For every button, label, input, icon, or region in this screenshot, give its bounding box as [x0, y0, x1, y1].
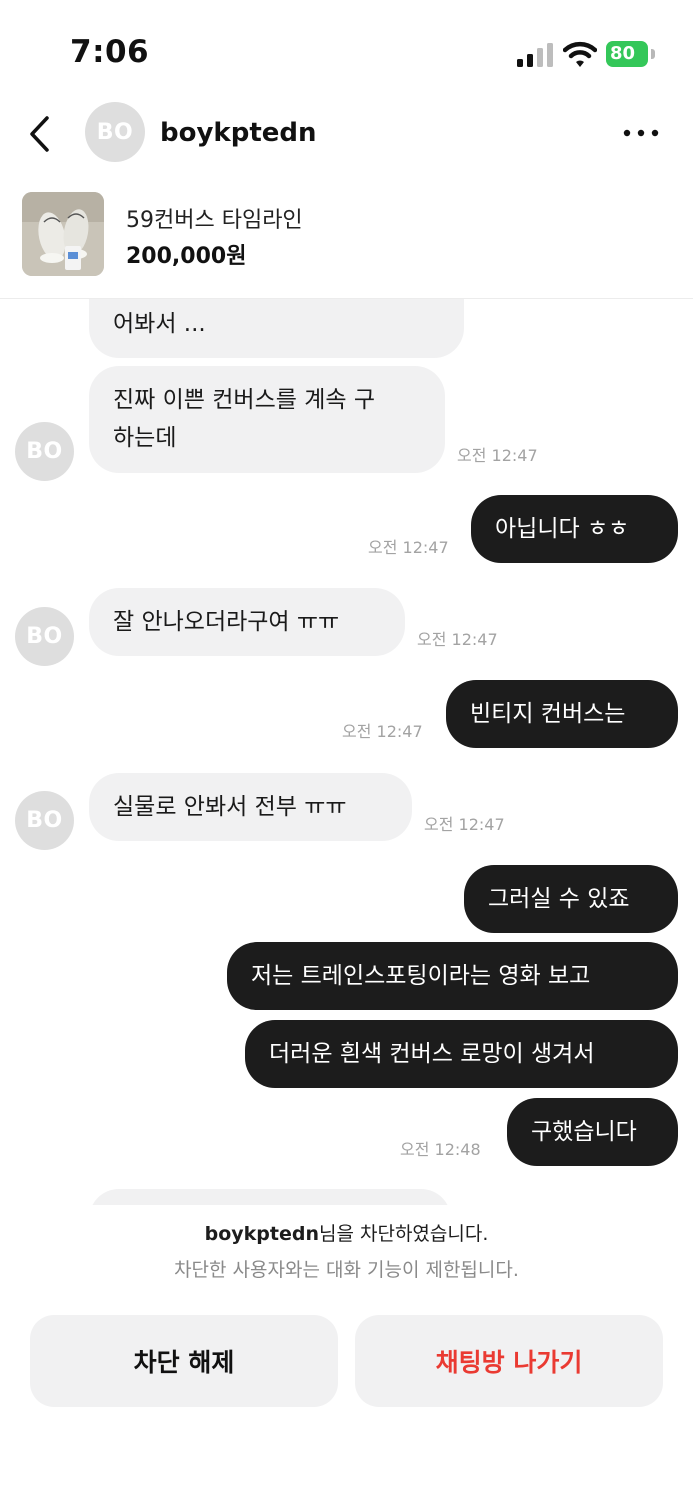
message-outgoing: 빈티지 컨버스는 — [446, 680, 678, 748]
product-card[interactable]: 59컨버스 타임라인 200,000원 — [0, 188, 693, 299]
message-incoming: 진짜 이쁜 컨버스를 계속 구 하는데 — [89, 366, 445, 473]
unblock-button[interactable]: 차단 해제 — [30, 1315, 338, 1407]
leave-chat-button[interactable]: 채팅방 나가기 — [355, 1315, 663, 1407]
message-incoming-partial — [89, 1189, 451, 1205]
signal-icon — [517, 43, 553, 67]
message-text: 저는 트레인스포팅이라는 영화 보고 — [251, 963, 591, 989]
blocked-message: boykptedn님을 차단하였습니다. — [0, 1219, 693, 1246]
wifi-icon — [563, 41, 597, 67]
status-time: 7:06 — [70, 34, 150, 70]
blocked-suffix: 님을 차단하였습니다. — [318, 1223, 489, 1245]
message-outgoing: 더러운 흰색 컨버스 로망이 생겨서 — [245, 1020, 678, 1088]
message-outgoing: 저는 트레인스포팅이라는 영화 보고 — [227, 942, 678, 1010]
message-text: 구했습니다 — [531, 1119, 637, 1145]
product-thumbnail — [22, 192, 104, 276]
message-time: 오전 12:47 — [417, 630, 498, 649]
sender-avatar[interactable]: BO — [15, 607, 74, 666]
battery-icon: 80 — [606, 41, 658, 67]
message-text-line1: 진짜 이쁜 컨버스를 계속 구 — [113, 387, 376, 413]
message-incoming: 실물로 안봐서 전부 ㅠㅠ — [89, 773, 412, 841]
message-text: 빈티지 컨버스는 — [470, 701, 626, 727]
blocked-notice-sheet: boykptedn님을 차단하였습니다. 차단한 사용자와는 대화 기능이 제한… — [0, 1205, 693, 1500]
message-text: 그러실 수 있죠 — [488, 886, 630, 912]
message-text: 어봐서 ... — [113, 311, 206, 337]
blocked-subtext: 차단한 사용자와는 대화 기능이 제한됩니다. — [174, 1259, 519, 1281]
header-avatar[interactable]: BO — [85, 102, 145, 162]
back-icon[interactable] — [22, 112, 58, 156]
sender-avatar[interactable]: BO — [15, 422, 74, 481]
message-outgoing: 그러실 수 있죠 — [464, 865, 678, 933]
more-icon[interactable] — [620, 120, 662, 146]
message-text: 잘 안나오더라구여 ㅠㅠ — [113, 609, 340, 635]
message-time: 오전 12:47 — [424, 815, 505, 834]
sender-avatar[interactable]: BO — [15, 791, 74, 850]
message-time: 오전 12:47 — [457, 446, 538, 465]
message-time: 오전 12:47 — [368, 538, 449, 557]
message-text: 실물로 안봐서 전부 ㅠㅠ — [113, 794, 347, 820]
message-time: 오전 12:48 — [400, 1140, 481, 1159]
message-incoming: 잘 안나오더라구여 ㅠㅠ — [89, 588, 405, 656]
message-outgoing: 구했습니다 — [507, 1098, 678, 1166]
message-outgoing: 아닙니다 ㅎㅎ — [471, 495, 678, 563]
message-text: 아닙니다 ㅎㅎ — [495, 516, 630, 542]
status-bar: 7:06 80 — [0, 0, 693, 100]
message-text-line2: 하는데 — [113, 425, 177, 451]
battery-level: 80 — [610, 43, 636, 64]
message-text: 더러운 흰색 컨버스 로망이 생겨서 — [269, 1041, 595, 1067]
blocked-username: boykptedn — [204, 1223, 319, 1245]
chat-messages[interactable]: 어봐서 ... 진짜 이쁜 컨버스를 계속 구 하는데 BO 오전 12:47 … — [0, 299, 693, 1205]
chat-partner-name[interactable]: boykptedn — [160, 112, 317, 154]
product-price: 200,000원 — [126, 244, 247, 269]
product-title: 59컨버스 타임라인 — [126, 208, 303, 233]
message-time: 오전 12:47 — [342, 722, 423, 741]
message-incoming: 어봐서 ... — [89, 299, 464, 358]
